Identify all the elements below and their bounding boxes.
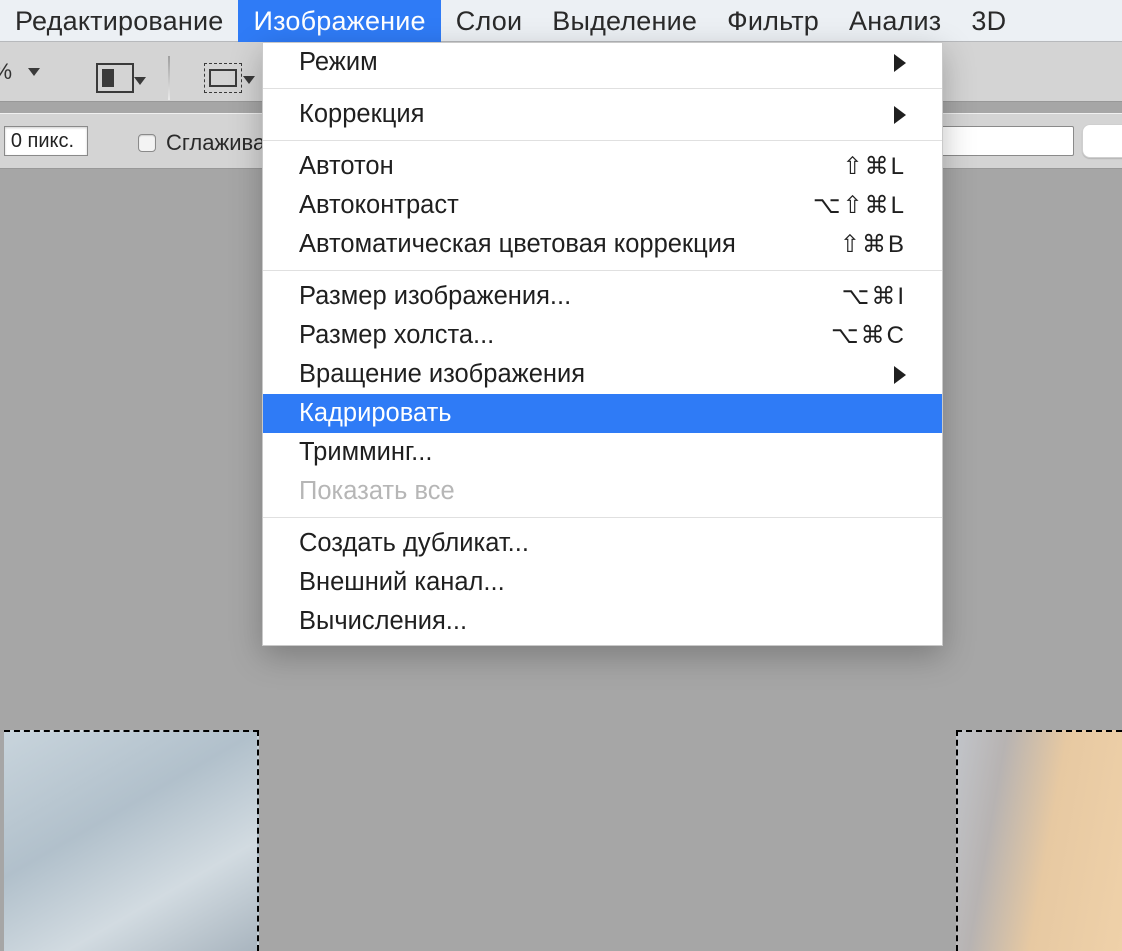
menu-item-label: Кадрировать <box>299 394 452 433</box>
image-selection-right[interactable] <box>956 730 1122 951</box>
separator <box>168 56 170 100</box>
menu-item-создать-дубликат-[interactable]: Создать дубликат... <box>263 524 942 563</box>
menu-item-режим[interactable]: Режим <box>263 43 942 82</box>
menu-item-label: Автотон <box>299 147 394 186</box>
menu-слои[interactable]: Слои <box>441 0 537 42</box>
menu-3d[interactable]: 3D <box>956 0 1021 42</box>
menu-item-внешний-канал-[interactable]: Внешний канал... <box>263 563 942 602</box>
menu-изображение[interactable]: Изображение <box>238 0 440 42</box>
image-selection-left[interactable] <box>4 730 259 951</box>
antialias-checkbox[interactable] <box>138 134 156 152</box>
screen-mode-icon[interactable] <box>96 63 134 93</box>
submenu-arrow-icon <box>894 106 906 124</box>
zoom-dropdown-icon[interactable] <box>28 68 40 76</box>
options-button[interactable] <box>1082 124 1122 158</box>
menu-item-label: Вычисления... <box>299 602 467 641</box>
shortcut-label: ⌥⌘I <box>842 277 906 316</box>
menu-separator <box>263 140 942 141</box>
menu-item-размер-изображения-[interactable]: Размер изображения... ⌥⌘I <box>263 277 942 316</box>
menu-item-кадрировать[interactable]: Кадрировать <box>263 394 942 433</box>
feather-input[interactable] <box>4 126 88 156</box>
menu-item-label: Режим <box>299 43 378 82</box>
shortcut-label: ⇧⌘B <box>840 225 906 264</box>
shortcut-label: ⇧⌘L <box>843 147 906 186</box>
crop-bounds-icon[interactable] <box>204 63 242 93</box>
menu-item-label: Автоконтраст <box>299 186 459 225</box>
menu-item-автотон[interactable]: Автотон ⇧⌘L <box>263 147 942 186</box>
menu-item-автоматическая-цветовая-коррекция[interactable]: Автоматическая цветовая коррекция ⇧⌘B <box>263 225 942 264</box>
menu-item-label: Коррекция <box>299 95 424 134</box>
menu-item-тримминг-[interactable]: Тримминг... <box>263 433 942 472</box>
menu-item-вращение-изображения[interactable]: Вращение изображения <box>263 355 942 394</box>
menu-item-label: Показать все <box>299 472 455 511</box>
menu-item-label: Вращение изображения <box>299 355 585 394</box>
menu-separator <box>263 270 942 271</box>
menu-separator <box>263 517 942 518</box>
image-menu-dropdown: Режим Коррекция Автотон ⇧⌘L Автоконтраст ⌥⇧⌘L… <box>262 42 943 646</box>
shortcut-label: ⌥⇧⌘L <box>813 186 906 225</box>
zoom-level[interactable]: 50% <box>0 59 20 85</box>
menu-item-коррекция[interactable]: Коррекция <box>263 95 942 134</box>
menu-item-label: Тримминг... <box>299 433 432 472</box>
menu-выделение[interactable]: Выделение <box>537 0 712 42</box>
menu-separator <box>263 88 942 89</box>
menu-фильтр[interactable]: Фильтр <box>712 0 834 42</box>
submenu-arrow-icon <box>894 366 906 384</box>
submenu-arrow-icon <box>894 54 906 72</box>
menu-item-автоконтраст[interactable]: Автоконтраст ⌥⇧⌘L <box>263 186 942 225</box>
menu-item-label: Автоматическая цветовая коррекция <box>299 225 736 264</box>
menu-item-label: Внешний канал... <box>299 563 505 602</box>
menu-item-label: Создать дубликат... <box>299 524 529 563</box>
menubar: РедактированиеИзображениеСлоиВыделениеФи… <box>0 0 1122 42</box>
menu-item-вычисления-[interactable]: Вычисления... <box>263 602 942 641</box>
shortcut-label: ⌥⌘C <box>831 316 906 355</box>
menu-item-label: Размер холста... <box>299 316 494 355</box>
menu-редактирование[interactable]: Редактирование <box>0 0 238 42</box>
menu-анализ[interactable]: Анализ <box>834 0 956 42</box>
menu-item-размер-холста-[interactable]: Размер холста... ⌥⌘C <box>263 316 942 355</box>
antialias-label: Сглажива <box>166 130 265 156</box>
menu-item-показать-все: Показать все <box>263 472 942 511</box>
menu-item-label: Размер изображения... <box>299 277 571 316</box>
